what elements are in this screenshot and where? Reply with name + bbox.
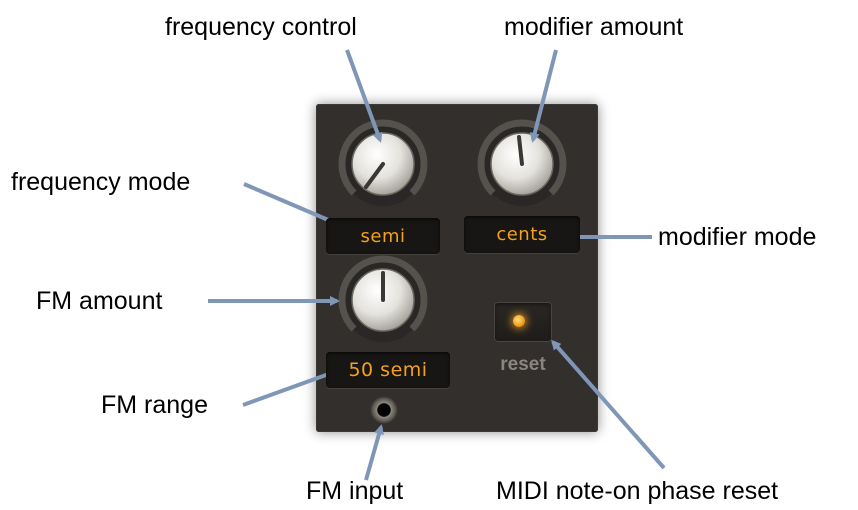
frequency-mode-display[interactable]: semi [326,218,440,254]
callout-fm-input: FM input [306,477,404,505]
reset-led-indicator [513,315,525,327]
callout-midi-reset: MIDI note-on phase reset [496,477,779,505]
callout-arrows [208,49,666,481]
knobs-and-arrows [208,49,666,481]
phase-reset-button[interactable] [494,302,552,342]
arrow-fm-range [242,368,340,407]
callout-frequency-control: frequency control [165,13,357,41]
fm-amount-knob[interactable] [338,255,428,342]
frequency-control-knob[interactable] [338,119,428,206]
modifier-amount-knob[interactable] [477,119,567,206]
callout-frequency-mode: frequency mode [11,168,191,196]
reset-label: reset [500,354,546,375]
fm-range-display[interactable]: 50 semi [326,352,450,388]
callout-fm-range: FM range [101,391,208,419]
callout-modifier-amount: modifier amount [504,13,684,41]
arrow-fm-input [364,424,384,481]
fm-input-jack[interactable] [370,396,398,424]
arrow-midi-reset [551,339,666,470]
arrow-frequency-mode [243,182,343,227]
callout-modifier-mode: modifier mode [658,223,817,251]
callout-fm-amount: FM amount [36,287,163,315]
modifier-mode-display[interactable]: cents [464,216,580,253]
